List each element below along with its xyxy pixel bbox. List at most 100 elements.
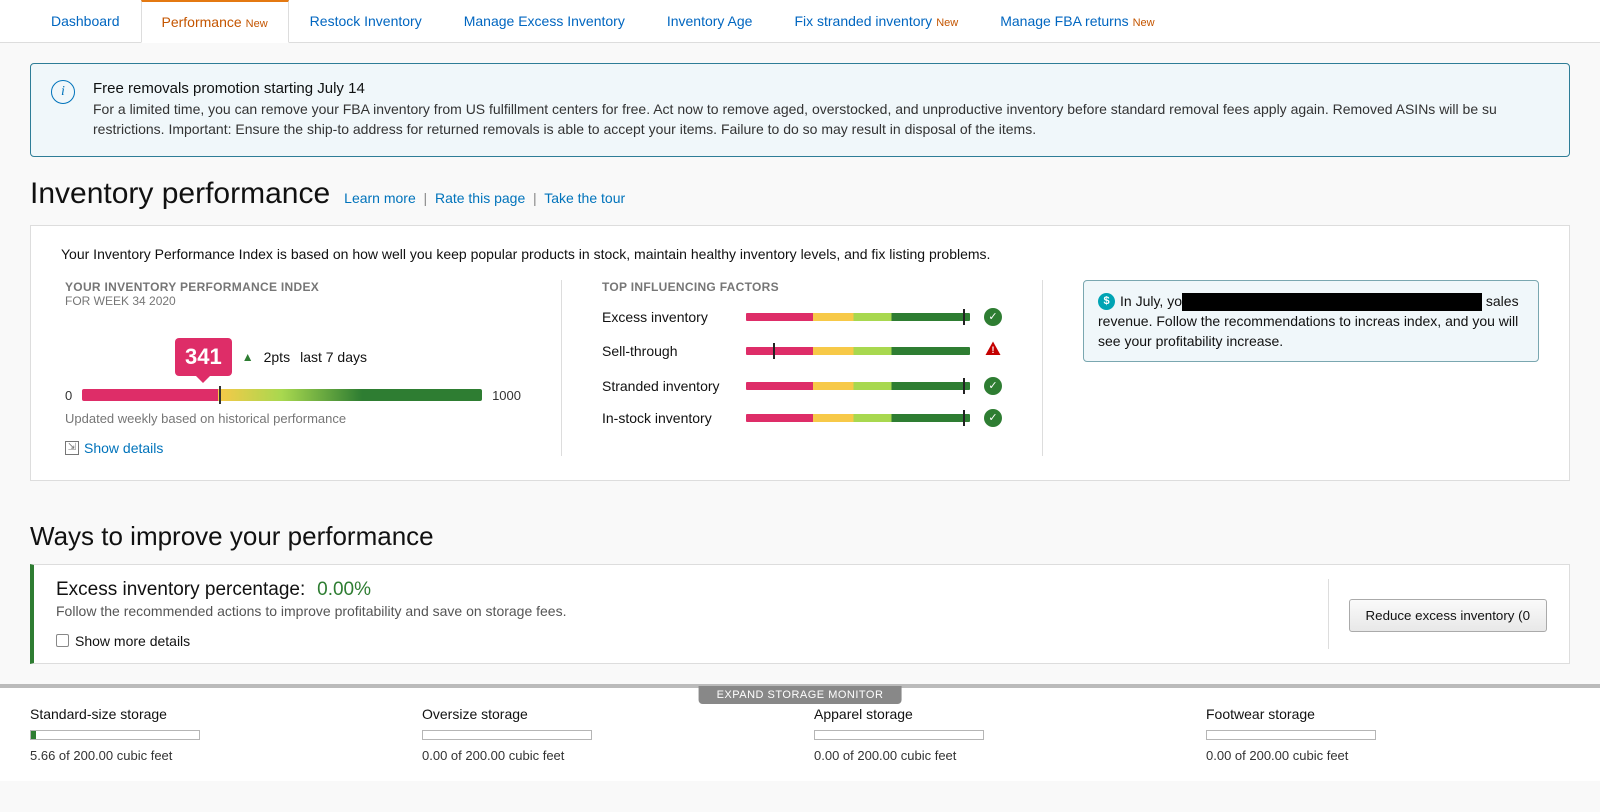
ipi-subheader: FOR WEEK 34 2020 [65,294,521,308]
tab-label: Inventory Age [667,13,753,29]
storage-fill [31,731,36,739]
ipi-header: YOUR INVENTORY PERFORMANCE INDEX [65,280,521,294]
storage-standard-size: Standard-size storage 5.66 of 200.00 cub… [16,706,408,763]
metrics-row: YOUR INVENTORY PERFORMANCE INDEX FOR WEE… [61,280,1539,456]
factor-marker [773,343,775,359]
factor-instock-inventory: In-stock inventory ✓ [602,409,1002,427]
tab-manage-fba-returns[interactable]: Manage FBA returns New [979,0,1175,42]
show-more-details-toggle[interactable]: Show more details [56,633,1308,649]
new-badge: New [246,18,268,30]
storage-text: 0.00 of 200.00 cubic feet [422,748,785,763]
excess-value: 0.00% [317,579,371,600]
redacted-block [1182,293,1482,311]
show-details-label: Show details [84,440,163,456]
factor-label: Sell-through [602,343,732,359]
tab-label: Restock Inventory [310,13,422,29]
tab-label: Manage Excess Inventory [464,13,625,29]
warning-icon: ! [984,340,1002,363]
new-badge: New [1133,17,1155,29]
tabs-bar: Dashboard Performance New Restock Invento… [0,0,1600,43]
tab-fix-stranded-inventory[interactable]: Fix stranded inventory New [773,0,979,42]
storage-bar [30,730,200,740]
checkbox-icon [56,634,69,647]
tab-restock-inventory[interactable]: Restock Inventory [289,0,443,42]
ipi-change: 2pts [264,349,290,365]
ipi-score-bubble: 341 [175,338,232,376]
expand-icon: ⇲ [65,441,79,455]
factor-label: Stranded inventory [602,378,732,394]
page-title: Inventory performance [30,177,330,211]
factor-bar [746,414,970,422]
factors-header: TOP INFLUENCING FACTORS [602,280,1002,294]
storage-text: 5.66 of 200.00 cubic feet [30,748,393,763]
factor-marker [963,378,965,394]
excess-title: Excess inventory percentage: [56,579,305,600]
tip-text-prefix: In July, yo [1120,293,1182,309]
tab-performance[interactable]: Performance New [141,0,289,43]
divider [1042,280,1043,456]
banner-content: Free removals promotion starting July 14… [93,80,1549,140]
tab-manage-excess-inventory[interactable]: Manage Excess Inventory [443,0,646,42]
storage-label: Standard-size storage [30,706,393,722]
storage-label: Footwear storage [1206,706,1569,722]
ipi-bar-row: 0 1000 [65,388,521,403]
factor-marker [963,309,965,325]
learn-more-link[interactable]: Learn more [344,190,416,206]
banner-title: Free removals promotion starting July 14 [93,80,1549,97]
up-arrow-icon: ▲ [242,350,254,364]
reduce-excess-inventory-button[interactable]: Reduce excess inventory (0 [1349,599,1547,632]
divider [1328,579,1329,649]
storage-footwear: Footwear storage 0.00 of 200.00 cubic fe… [1192,706,1584,763]
storage-bar [814,730,984,740]
svg-text:!: ! [992,344,995,354]
tab-dashboard[interactable]: Dashboard [30,0,141,42]
dollar-icon: $ [1098,293,1115,310]
ipi-bar [82,389,482,401]
tip-section: $In July, yo sales revenue. Follow the r… [1083,280,1539,456]
card-intro: Your Inventory Performance Index is base… [61,246,1539,262]
banner-body: For a limited time, you can remove your … [93,99,1549,140]
ipi-score-row: 341 ▲ 2pts last 7 days [175,338,521,376]
expand-storage-monitor-button[interactable]: EXPAND STORAGE MONITOR [699,686,902,704]
ipi-scale-min: 0 [65,388,72,403]
storage-oversize: Oversize storage 0.00 of 200.00 cubic fe… [408,706,800,763]
factor-label: Excess inventory [602,309,732,325]
tab-label: Fix stranded inventory [794,13,932,29]
show-details-link[interactable]: ⇲ Show details [65,440,521,456]
factors-section: TOP INFLUENCING FACTORS Excess inventory… [602,280,1002,456]
take-tour-link[interactable]: Take the tour [544,190,625,206]
check-icon: ✓ [984,409,1002,427]
excess-inventory-card: Excess inventory percentage: 0.00% Follo… [30,564,1570,664]
factor-label: In-stock inventory [602,410,732,426]
tip-box: $In July, yo sales revenue. Follow the r… [1083,280,1539,363]
excess-description: Follow the recommended actions to improv… [56,603,1308,619]
show-more-label: Show more details [75,633,190,649]
storage-text: 0.00 of 200.00 cubic feet [814,748,1177,763]
factor-bar [746,347,970,355]
ipi-updated-text: Updated weekly based on historical perfo… [65,411,521,426]
tab-label: Dashboard [51,13,120,29]
factor-bar [746,382,970,390]
new-badge: New [936,17,958,29]
storage-apparel: Apparel storage 0.00 of 200.00 cubic fee… [800,706,1192,763]
factor-excess-inventory: Excess inventory ✓ [602,308,1002,326]
rate-page-link[interactable]: Rate this page [435,190,525,206]
ipi-period: last 7 days [300,349,367,365]
factor-sell-through: Sell-through ! [602,340,1002,363]
ipi-card: Your Inventory Performance Index is base… [30,225,1570,481]
tab-label: Manage FBA returns [1000,13,1128,29]
factor-bar [746,313,970,321]
excess-left: Excess inventory percentage: 0.00% Follo… [56,579,1308,649]
storage-text: 0.00 of 200.00 cubic feet [1206,748,1569,763]
improve-header: Ways to improve your performance [30,521,1570,552]
storage-bar [1206,730,1376,740]
header-links: Learn more | Rate this page | Take the t… [344,190,625,206]
factor-marker [963,410,965,426]
factor-stranded-inventory: Stranded inventory ✓ [602,377,1002,395]
tab-label: Performance [162,14,242,30]
check-icon: ✓ [984,308,1002,326]
ipi-section: YOUR INVENTORY PERFORMANCE INDEX FOR WEE… [61,280,521,456]
check-icon: ✓ [984,377,1002,395]
tab-inventory-age[interactable]: Inventory Age [646,0,774,42]
storage-label: Oversize storage [422,706,785,722]
